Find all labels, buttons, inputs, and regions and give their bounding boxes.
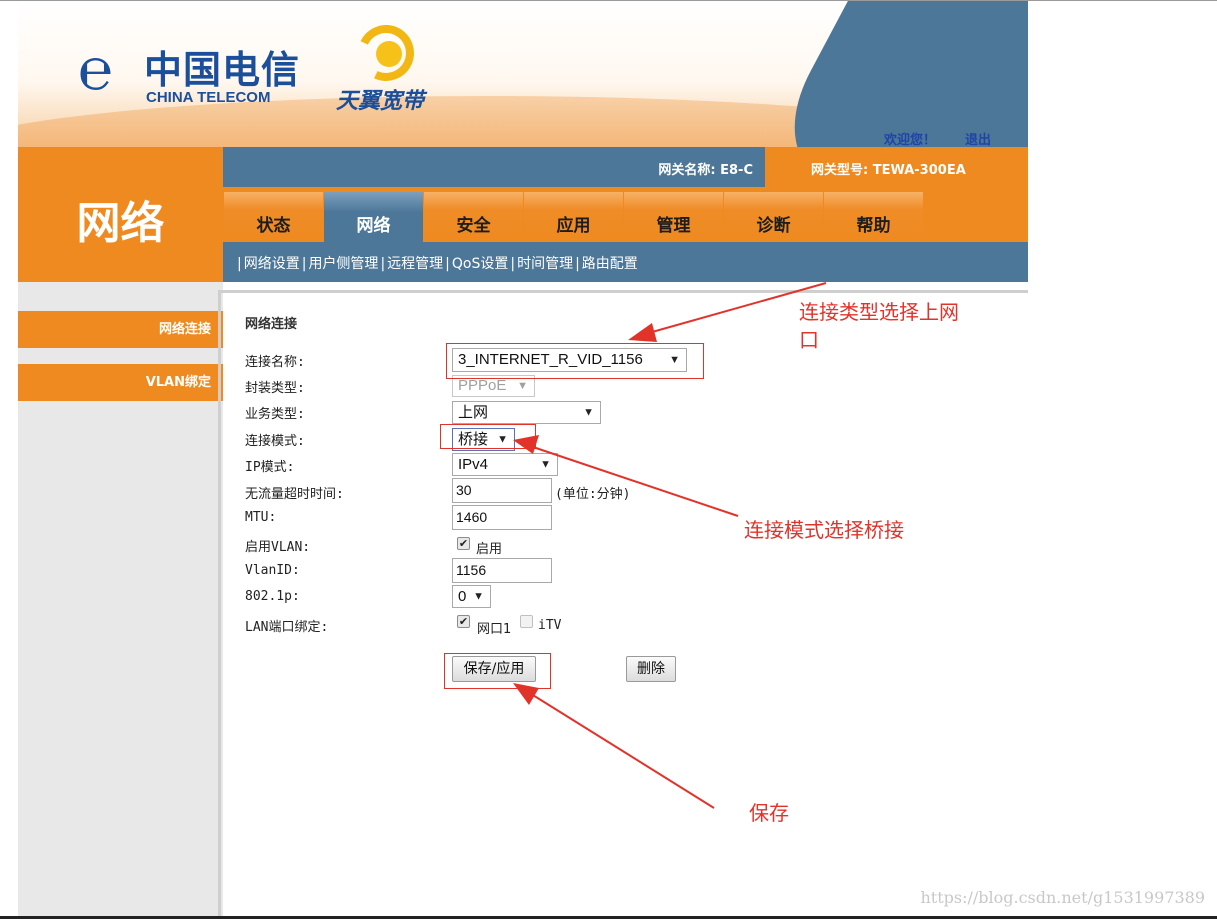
watermark: https://blog.csdn.net/g1531997389 bbox=[920, 888, 1205, 907]
arrow-head-conn-mode bbox=[513, 435, 539, 454]
arrow-head-save bbox=[513, 683, 539, 705]
annotation-conn-type-line2: 口 bbox=[799, 328, 819, 352]
annotation-conn-type-line1: 连接类型选择上网 bbox=[799, 300, 959, 324]
annotation-mode: 连接模式选择桥接 bbox=[744, 518, 904, 542]
arrow-line-save bbox=[527, 691, 715, 809]
arrow-head-conn-name bbox=[628, 323, 657, 342]
arrow-line-conn-mode bbox=[529, 445, 739, 517]
annotation-arrows bbox=[513, 282, 827, 809]
annotation-save: 保存 bbox=[749, 801, 789, 825]
